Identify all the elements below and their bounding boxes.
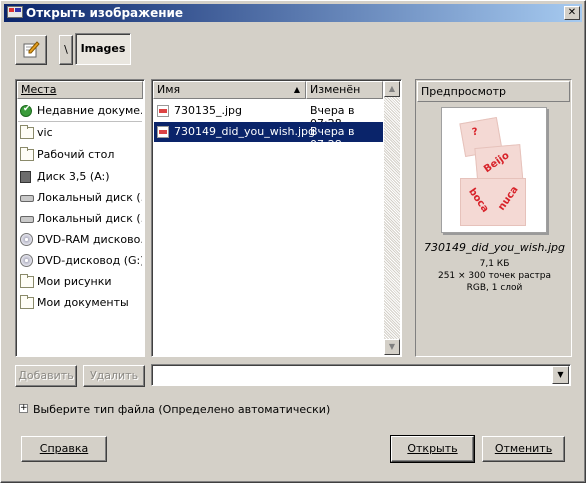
app-icon [7,6,23,18]
place-floppy[interactable]: Диск 3,5 (A:) [18,167,142,187]
edit-location-button[interactable] [15,35,47,65]
folder-icon [20,125,34,139]
file-type-label[interactable]: Выберите тип файла (Определено автоматич… [33,403,330,416]
image-file-icon [157,105,169,117]
places-separator [18,121,142,122]
place-label: Диск 3,5 (A:) [37,170,110,183]
place-label: Мои рисунки [37,275,112,288]
place-recent[interactable]: Недавние докуме... [18,101,142,121]
place-my-documents[interactable]: Мои документы [18,293,142,313]
dvd-icon [20,233,33,246]
remove-place-label: Удалить [89,369,139,382]
folder-icon [20,147,34,161]
filename-combo[interactable]: ▼ [151,364,571,386]
path-root-button[interactable]: \ [59,35,73,65]
place-label: Рабочий стол [37,148,115,161]
cancel-button-label: Отменить [494,442,553,455]
place-label: vic [37,126,53,139]
sort-ascending-icon: ▲ [293,85,300,94]
pencil-icon [23,41,40,58]
place-local-disk-1[interactable]: Локальный диск (... [18,188,142,208]
remove-place-button[interactable]: Удалить [83,365,145,387]
folder-icon [20,295,34,309]
close-button[interactable]: ✕ [564,6,580,20]
place-label: Недавние докуме... [37,104,142,117]
chevron-down-icon[interactable]: ▼ [552,366,569,384]
open-button[interactable]: Открыть [390,435,475,463]
file-list: Имя ▲ Изменён 730135_.jpg Вчера в 07:28 … [151,79,402,357]
preview-header: Предпросмотр [417,81,570,102]
dice-image: boca nuca [460,178,526,226]
column-modified-label: Изменён [310,83,361,96]
help-button[interactable]: Справка [21,436,107,462]
help-button-label: Справка [39,442,89,455]
open-button-label: Открыть [407,442,458,455]
scroll-up-button[interactable]: ▲ [384,81,400,97]
harddisk-icon [20,216,34,223]
harddisk-icon [20,195,34,202]
place-label: Локальный диск (... [37,191,142,204]
place-desktop[interactable]: Рабочий стол [18,145,142,165]
path-root-label: \ [64,43,68,56]
add-place-button[interactable]: Добавить [15,365,77,387]
scroll-down-button[interactable]: ▼ [384,339,400,355]
preview-mode: RGB, 1 слой [466,283,523,293]
place-vic[interactable]: vic [18,123,142,143]
place-dvd[interactable]: DVD-дисковод (G:) [18,251,142,271]
cancel-button[interactable]: Отменить [482,436,565,462]
preview-filename: 730149_did_you_wish.jpg [424,241,565,254]
place-local-disk-2[interactable]: Локальный диск (... [18,209,142,229]
file-row[interactable]: 730135_.jpg Вчера в 07:28 [154,101,383,130]
preview-dimensions: 251 × 300 точек растра [437,271,552,281]
place-my-pictures[interactable]: Мои рисунки [18,272,142,292]
file-name: 730135_.jpg [174,104,243,117]
add-place-label: Добавить [18,369,74,382]
floppy-icon [20,171,31,183]
file-row-selected[interactable]: 730149_did_you_wish.jpg Вчера в 07:28 [154,122,383,151]
place-label: DVD-дисковод (G:) [37,254,142,267]
dvd-icon [20,254,33,267]
path-current-button[interactable]: Images [75,33,131,65]
place-label: Мои документы [37,296,129,309]
folder-icon [20,274,34,288]
place-label: DVD-RAM дисково... [37,233,142,246]
places-header-label: Места [21,83,57,96]
place-dvd-ram[interactable]: DVD-RAM дисково... [18,230,142,250]
file-modified: Вчера в 07:28 [310,125,355,151]
file-list-scrollbar[interactable]: ▲ ▼ [384,81,400,355]
preview-thumbnail: ? Beijo boca nuca [441,107,547,233]
column-header-name[interactable]: Имя ▲ [153,81,306,99]
file-name: 730149_did_you_wish.jpg [174,125,315,138]
file-type-expander[interactable]: + [19,404,28,413]
column-header-modified[interactable]: Изменён [306,81,383,99]
places-header[interactable]: Места [17,81,143,99]
path-current-label: Images [80,42,126,55]
preview-header-label: Предпросмотр [421,85,506,98]
expand-icon: + [20,403,28,413]
open-image-dialog: Открыть изображение ✕ \ Images Места Нед… [0,0,586,483]
title-bar[interactable]: Открыть изображение ✕ [4,4,582,22]
image-file-icon [157,126,169,138]
close-icon: ✕ [567,7,577,18]
preview-size: 7,1 КБ [479,259,510,269]
recent-icon [20,104,32,117]
column-name-label: Имя [157,83,181,96]
places-pane: Места Недавние докуме... vic Рабочий сто… [15,79,145,357]
window-title: Открыть изображение [26,6,184,20]
place-label: Локальный диск (... [37,212,142,225]
